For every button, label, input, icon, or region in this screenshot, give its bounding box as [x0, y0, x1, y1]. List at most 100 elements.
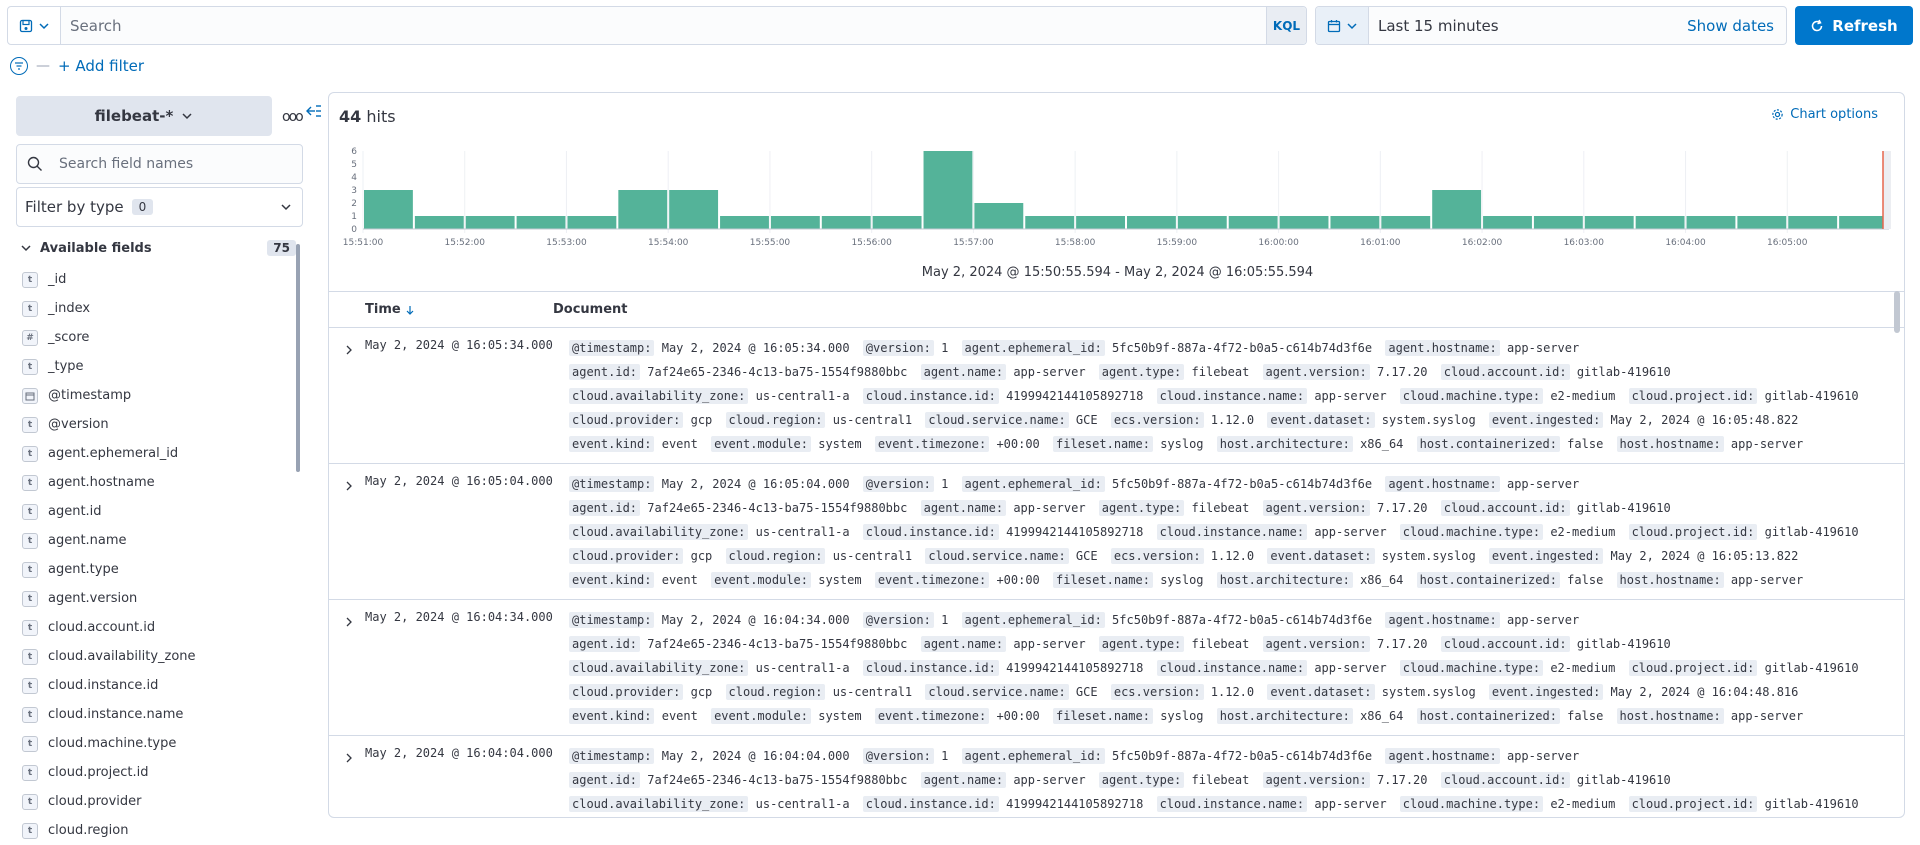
document-field: cloud.instance.id: 4199942144105892718	[862, 796, 1143, 812]
search-input[interactable]	[61, 7, 1266, 44]
field-list-item[interactable]: t agent.name	[22, 526, 292, 555]
show-dates-link[interactable]: Show dates	[1687, 17, 1786, 35]
histogram-bar[interactable]	[1381, 216, 1431, 229]
field-list-item[interactable]: t cloud.account.id	[22, 613, 292, 642]
row-timestamp: May 2, 2024 @ 16:04:34.000	[365, 610, 553, 624]
sort-descending-icon[interactable]	[405, 305, 415, 315]
data-view-picker[interactable]: filebeat-*	[16, 96, 272, 136]
available-fields-header[interactable]: Available fields 75	[20, 236, 296, 260]
histogram-bar[interactable]	[1483, 216, 1532, 229]
document-field-key: host.containerized:	[1416, 572, 1560, 588]
field-list-item[interactable]: t cloud.instance.name	[22, 700, 292, 729]
y-tick-label: 4	[351, 173, 357, 183]
field-list-item[interactable]: t agent.hostname	[22, 468, 292, 497]
histogram-bar[interactable]	[1127, 216, 1176, 229]
sidebar-scrollbar[interactable]	[296, 244, 300, 472]
hits-counter: 44 hits	[339, 107, 396, 126]
document-field: @version: 1	[862, 612, 948, 628]
chart-options-button[interactable]: Chart options	[1771, 107, 1878, 122]
field-list-item[interactable]: t @version	[22, 410, 292, 439]
field-list-item[interactable]: t agent.type	[22, 555, 292, 584]
document-field: cloud.project.id: gitlab-419610	[1628, 388, 1859, 404]
histogram-bar[interactable]	[720, 216, 769, 229]
field-list-item[interactable]: t cloud.machine.type	[22, 729, 292, 758]
document-field: cloud.region: us-central1	[725, 548, 912, 564]
document-field-value: gitlab-419610	[1576, 365, 1671, 379]
collapse-sidebar-icon[interactable]	[306, 104, 322, 122]
document-field-value: x86_64	[1360, 437, 1404, 451]
add-filter-button[interactable]: + Add filter	[58, 57, 144, 75]
histogram-bar[interactable]	[669, 190, 719, 229]
histogram-bar[interactable]	[1432, 190, 1482, 229]
field-search-input[interactable]	[51, 156, 302, 172]
field-list-item[interactable]: t _index	[22, 294, 292, 323]
document-field-key: agent.id:	[569, 636, 641, 652]
histogram-bar[interactable]	[1076, 216, 1125, 229]
field-list-item[interactable]: t _type	[22, 352, 292, 381]
field-list-item[interactable]: t agent.id	[22, 497, 292, 526]
histogram-bar[interactable]	[872, 216, 922, 229]
column-header-document[interactable]: Document	[553, 302, 628, 317]
document-field-value: 4199942144105892718	[1006, 661, 1144, 675]
histogram-date-range: May 2, 2024 @ 15:50:55.594 - May 2, 2024…	[921, 265, 1314, 280]
refresh-button[interactable]: Refresh	[1795, 6, 1913, 45]
histogram-bar[interactable]	[1686, 216, 1736, 229]
field-search	[16, 144, 303, 184]
query-language-button[interactable]: KQL	[1266, 7, 1306, 44]
expand-row-button[interactable]	[339, 612, 359, 632]
quick-menu-button[interactable]	[1316, 7, 1369, 44]
field-name: @timestamp	[48, 388, 132, 403]
field-list-item[interactable]: # _score	[22, 323, 292, 352]
document-field: cloud.project.id: gitlab-419610	[1628, 796, 1859, 812]
histogram-bar[interactable]	[821, 216, 871, 229]
field-list-item[interactable]: t agent.ephemeral_id	[22, 439, 292, 468]
row-document: @timestamp: May 2, 2024 @ 16:04:04.000 @…	[569, 744, 1869, 817]
histogram-bar[interactable]	[1228, 216, 1278, 229]
histogram-bar[interactable]	[1279, 216, 1329, 229]
field-list-item[interactable]: t cloud.project.id	[22, 758, 292, 787]
field-list-item[interactable]: t _id	[22, 265, 292, 294]
filter-menu-button[interactable]	[10, 57, 28, 75]
field-list-item[interactable]: t cloud.availability_zone	[22, 642, 292, 671]
document-field: agent.ephemeral_id: 5fc50b9f-887a-4f72-b…	[961, 340, 1372, 356]
histogram-bar[interactable]	[465, 216, 515, 229]
document-field: agent.type: filebeat	[1098, 364, 1249, 380]
histogram-bar[interactable]	[974, 203, 1024, 229]
histogram-bar[interactable]	[1737, 216, 1787, 229]
field-list-item[interactable]: t cloud.provider	[22, 787, 292, 816]
more-options-icon[interactable]: ooo	[282, 109, 304, 125]
saved-query-button[interactable]	[8, 7, 61, 44]
field-list-item[interactable]: @timestamp	[22, 381, 292, 410]
column-header-time[interactable]: Time	[329, 302, 553, 317]
time-range-label[interactable]: Last 15 minutes	[1369, 17, 1687, 35]
histogram-bar[interactable]	[1533, 216, 1583, 229]
histogram-bar[interactable]	[1788, 216, 1838, 229]
histogram-bar[interactable]	[567, 216, 617, 229]
field-list-item[interactable]: t agent.version	[22, 584, 292, 613]
expand-row-button[interactable]	[339, 748, 359, 768]
document-field: cloud.instance.id: 4199942144105892718	[862, 660, 1144, 676]
histogram-bar[interactable]	[1839, 216, 1888, 229]
table-row: May 2, 2024 @ 16:05:04.000 @timestamp: Ma…	[329, 464, 1904, 600]
histogram-bar[interactable]	[516, 216, 566, 229]
histogram-bar[interactable]	[1025, 216, 1075, 229]
histogram-bar[interactable]	[1330, 216, 1380, 229]
histogram-bar[interactable]	[1584, 216, 1634, 229]
histogram-bar[interactable]	[1635, 216, 1685, 229]
expand-row-button[interactable]	[339, 340, 359, 360]
document-field-value: GCE	[1075, 685, 1098, 699]
histogram-bar[interactable]	[618, 190, 668, 229]
field-list-item[interactable]: t cloud.region	[22, 816, 292, 845]
histogram-bar[interactable]	[770, 216, 820, 229]
document-field-key: cloud.account.id:	[1440, 772, 1570, 788]
histogram-bar[interactable]	[923, 151, 973, 229]
expand-row-button[interactable]	[339, 476, 359, 496]
filter-by-type-button[interactable]: Filter by type 0	[16, 187, 303, 227]
field-name: agent.hostname	[48, 475, 155, 490]
histogram-bar[interactable]	[364, 190, 413, 229]
table-scrollbar[interactable]	[1894, 291, 1900, 333]
histogram-bar[interactable]	[414, 216, 464, 229]
field-list-item[interactable]: t cloud.instance.id	[22, 671, 292, 700]
histogram-bar[interactable]	[1177, 216, 1227, 229]
document-field: cloud.instance.id: 4199942144105892718	[862, 524, 1143, 540]
